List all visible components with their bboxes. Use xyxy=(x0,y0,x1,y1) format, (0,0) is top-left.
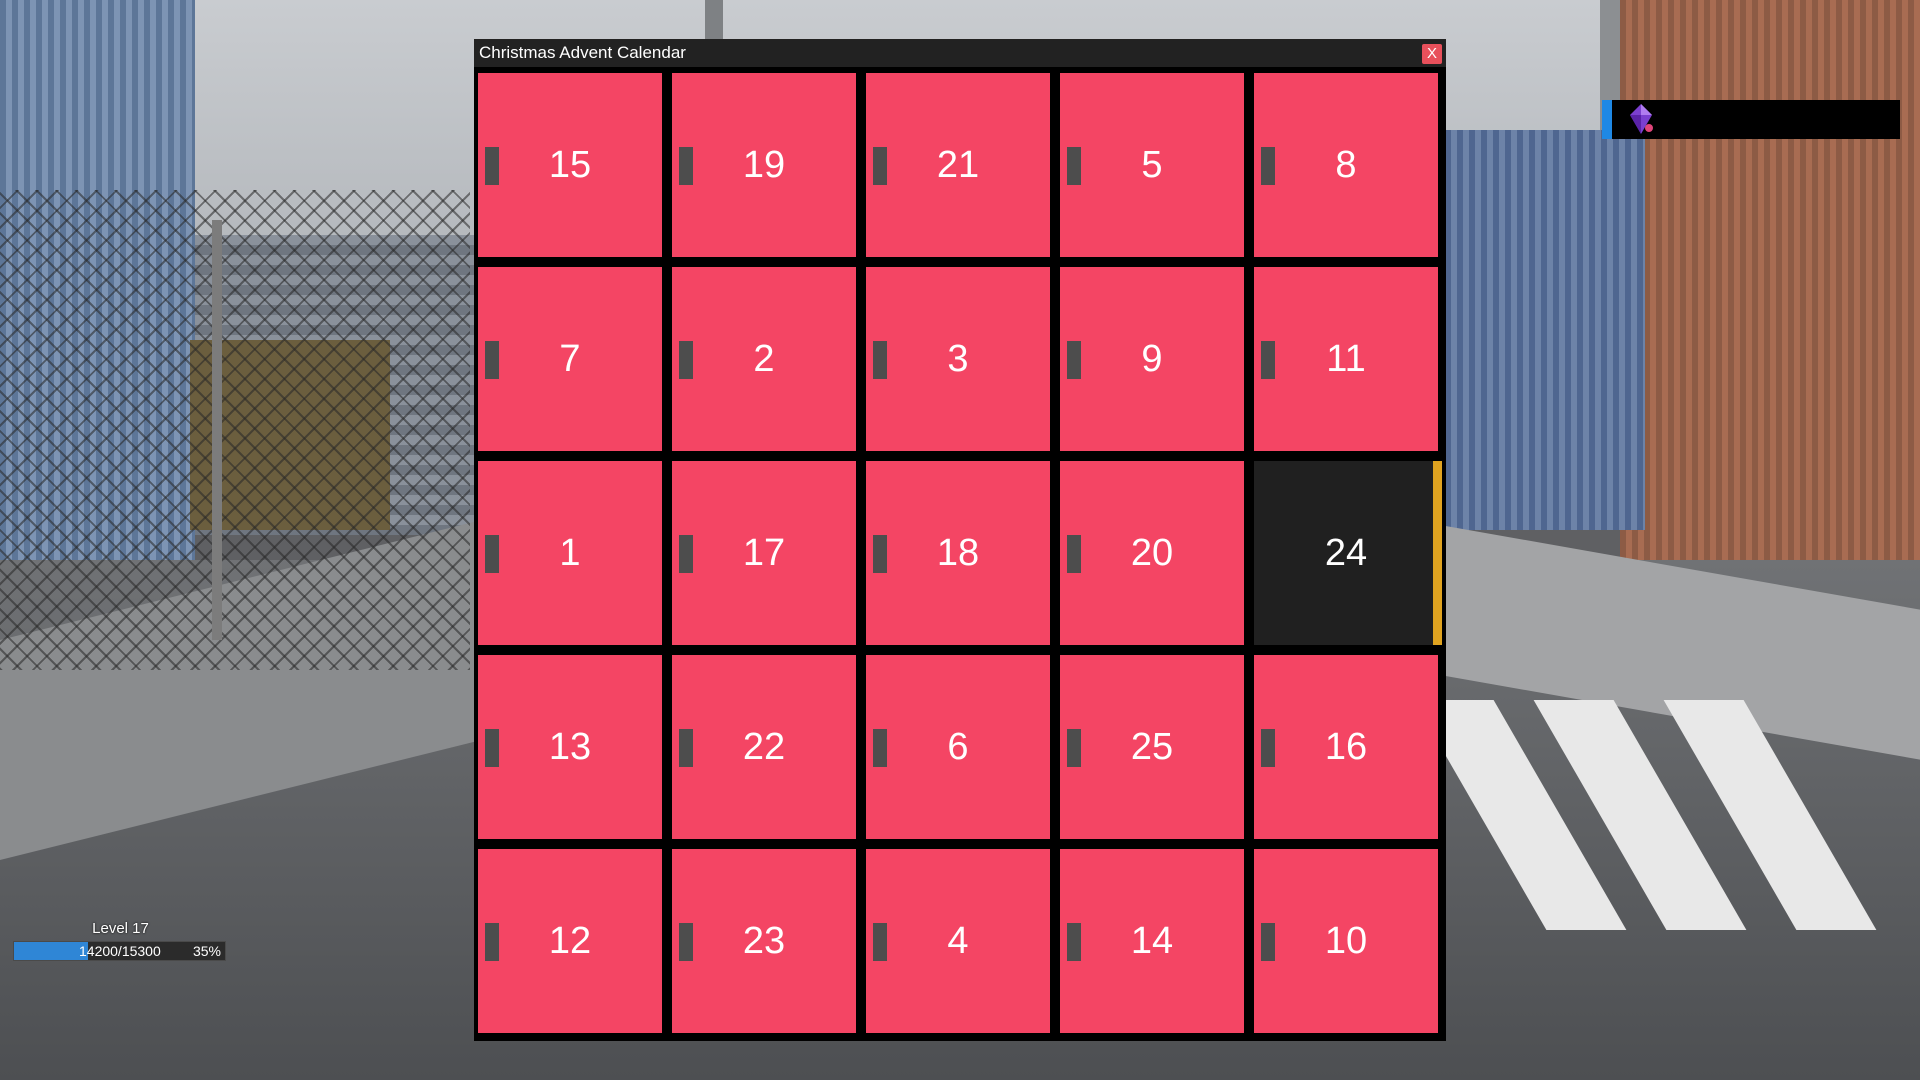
xp-value: 14200/15300 xyxy=(79,943,161,959)
door-number: 8 xyxy=(1335,143,1357,186)
advent-door-9[interactable]: 9 xyxy=(1060,267,1244,451)
advent-door-6[interactable]: 6 xyxy=(866,655,1050,839)
advent-door-4[interactable]: 4 xyxy=(866,849,1050,1033)
advent-door-7[interactable]: 7 xyxy=(478,267,662,451)
door-number: 25 xyxy=(1130,725,1174,768)
notification-widget xyxy=(1602,100,1900,139)
advent-door-16[interactable]: 16 xyxy=(1254,655,1438,839)
advent-door-12[interactable]: 12 xyxy=(478,849,662,1033)
advent-door-18[interactable]: 18 xyxy=(866,461,1050,645)
door-number: 9 xyxy=(1141,337,1163,380)
door-number: 12 xyxy=(548,919,592,962)
advent-door-3[interactable]: 3 xyxy=(866,267,1050,451)
fence-post xyxy=(212,220,222,640)
advent-door-11[interactable]: 11 xyxy=(1254,267,1438,451)
right-building xyxy=(1445,130,1645,530)
close-button[interactable]: X xyxy=(1422,44,1442,64)
selected-door-indicator xyxy=(1433,461,1442,645)
advent-door-5[interactable]: 5 xyxy=(1060,73,1244,257)
advent-calendar-window: Christmas Advent Calendar X 15 19 21 5 8 7 2 3 9… xyxy=(474,39,1446,1041)
door-number: 7 xyxy=(559,337,581,380)
xp-percent: 35% xyxy=(192,943,221,959)
level-label: Level 17 xyxy=(92,920,149,937)
door-number: 6 xyxy=(947,725,969,768)
door-number: 1 xyxy=(559,531,581,574)
right-brick-building xyxy=(1620,0,1920,570)
xp-progress-fill xyxy=(14,942,88,960)
door-number: 20 xyxy=(1130,531,1174,574)
door-number: 4 xyxy=(947,919,969,962)
advent-door-13[interactable]: 13 xyxy=(478,655,662,839)
advent-door-17[interactable]: 17 xyxy=(672,461,856,645)
chain-link-fence xyxy=(0,190,470,670)
door-number: 16 xyxy=(1324,725,1368,768)
advent-door-15[interactable]: 15 xyxy=(478,73,662,257)
door-number: 22 xyxy=(742,725,786,768)
window-titlebar[interactable]: Christmas Advent Calendar X xyxy=(474,39,1446,67)
purple-gem-icon xyxy=(1624,102,1658,136)
door-number: 18 xyxy=(936,531,980,574)
advent-door-24[interactable]: 24 xyxy=(1254,461,1442,645)
door-number: 13 xyxy=(548,725,592,768)
door-number: 17 xyxy=(742,531,786,574)
advent-door-25[interactable]: 25 xyxy=(1060,655,1244,839)
advent-door-21[interactable]: 21 xyxy=(866,73,1050,257)
advent-door-2[interactable]: 2 xyxy=(672,267,856,451)
window-title: Christmas Advent Calendar xyxy=(479,43,686,62)
advent-door-8[interactable]: 8 xyxy=(1254,73,1438,257)
door-number: 5 xyxy=(1141,143,1163,186)
advent-door-19[interactable]: 19 xyxy=(672,73,856,257)
notification-accent-bar xyxy=(1602,100,1612,139)
door-number: 24 xyxy=(1324,531,1368,574)
door-number: 3 xyxy=(947,337,969,380)
advent-door-14[interactable]: 14 xyxy=(1060,849,1244,1033)
advent-door-1[interactable]: 1 xyxy=(478,461,662,645)
door-number: 14 xyxy=(1130,919,1174,962)
door-number: 15 xyxy=(548,143,592,186)
advent-door-22[interactable]: 22 xyxy=(672,655,856,839)
advent-door-23[interactable]: 23 xyxy=(672,849,856,1033)
door-number: 21 xyxy=(936,143,980,186)
door-number: 23 xyxy=(742,919,786,962)
advent-door-20[interactable]: 20 xyxy=(1060,461,1244,645)
door-number: 11 xyxy=(1326,337,1366,380)
door-number: 10 xyxy=(1324,919,1368,962)
advent-door-10[interactable]: 10 xyxy=(1254,849,1438,1033)
xp-progress-bar: 14200/15300 35% xyxy=(13,941,226,961)
door-number: 2 xyxy=(753,337,775,380)
calendar-grid: 15 19 21 5 8 7 2 3 9 11 1 17 18 20 24 13 22 6 25 16 12 23 4 14 1… xyxy=(478,73,1442,1037)
door-number: 19 xyxy=(742,143,786,186)
